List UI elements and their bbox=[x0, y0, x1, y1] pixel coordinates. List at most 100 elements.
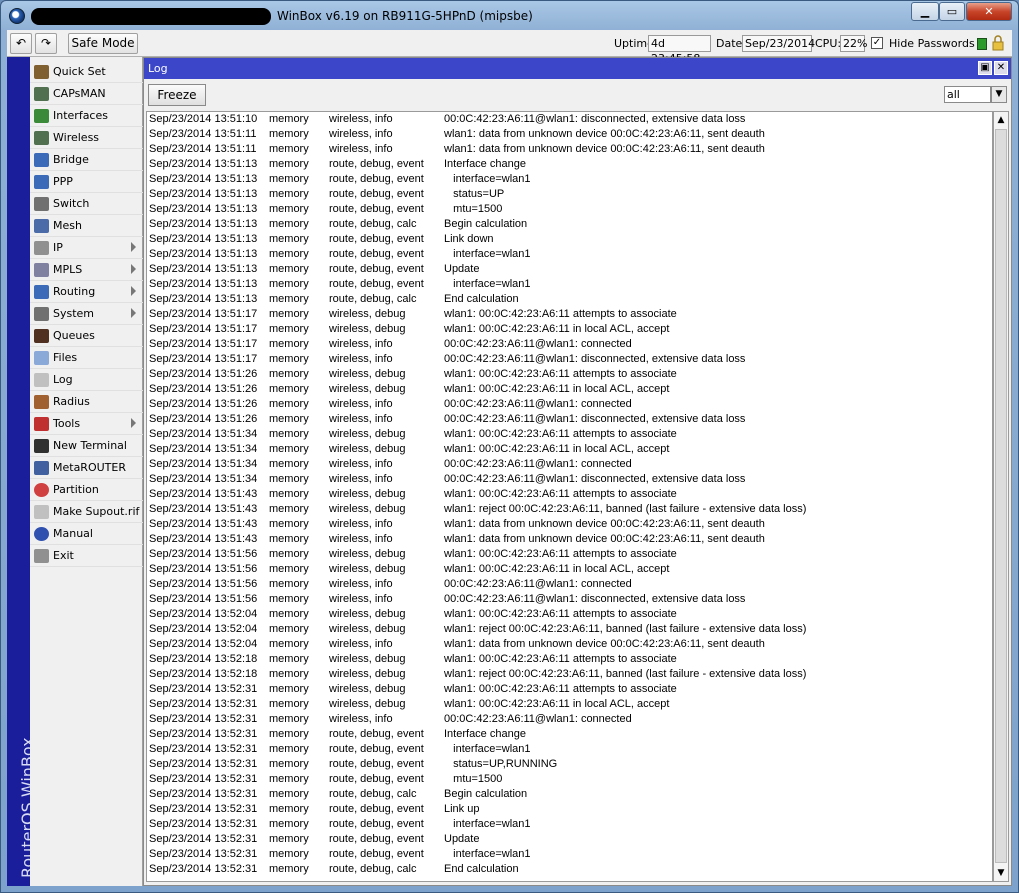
table-row[interactable]: Sep/23/2014 13:52:31 memory route, debug, … bbox=[147, 847, 992, 862]
table-row[interactable]: Sep/23/2014 13:51:34 memory wireless, info… bbox=[147, 457, 992, 472]
sidebar-item-ppp[interactable]: PPP bbox=[30, 171, 143, 193]
log-time: Sep/23/2014 13:51:13 bbox=[149, 248, 258, 260]
sidebar-item-capsman[interactable]: CAPsMAN bbox=[30, 83, 143, 105]
sidebar-item-make-supout-rif[interactable]: Make Supout.rif bbox=[30, 501, 143, 523]
scroll-up-icon[interactable]: ▲ bbox=[994, 112, 1008, 128]
table-row[interactable]: Sep/23/2014 13:51:13 memory route, debug, … bbox=[147, 202, 992, 217]
table-row[interactable]: Sep/23/2014 13:52:31 memory route, debug, … bbox=[147, 787, 992, 802]
sidebar-item-metarouter[interactable]: MetaROUTER bbox=[30, 457, 143, 479]
scroll-down-icon[interactable]: ▼ bbox=[994, 865, 1008, 881]
table-row[interactable]: Sep/23/2014 13:52:18 memory wireless, debu… bbox=[147, 652, 992, 667]
close-window-button[interactable]: ✕ bbox=[966, 2, 1012, 21]
table-row[interactable]: Sep/23/2014 13:51:26 memory wireless, debu… bbox=[147, 382, 992, 397]
table-row[interactable]: Sep/23/2014 13:52:31 memory route, debug, … bbox=[147, 742, 992, 757]
table-row[interactable]: Sep/23/2014 13:52:31 memory route, debug, … bbox=[147, 772, 992, 787]
table-row[interactable]: Sep/23/2014 13:52:31 memory wireless, info… bbox=[147, 712, 992, 727]
table-row[interactable]: Sep/23/2014 13:52:04 memory wireless, debu… bbox=[147, 607, 992, 622]
table-row[interactable]: Sep/23/2014 13:51:13 memory route, debug, … bbox=[147, 232, 992, 247]
sidebar-item-tools[interactable]: Tools bbox=[30, 413, 143, 435]
sidebar-item-switch[interactable]: Switch bbox=[30, 193, 143, 215]
sidebar-item-new-terminal[interactable]: New Terminal bbox=[30, 435, 143, 457]
sidebar-item-interfaces[interactable]: Interfaces bbox=[30, 105, 143, 127]
sidebar-item-wireless[interactable]: Wireless bbox=[30, 127, 143, 149]
close-log-icon[interactable]: ✕ bbox=[994, 61, 1008, 75]
table-row[interactable]: Sep/23/2014 13:52:31 memory route, debug, … bbox=[147, 802, 992, 817]
table-row[interactable]: Sep/23/2014 13:51:11 memory wireless, info… bbox=[147, 127, 992, 142]
table-row[interactable]: Sep/23/2014 13:51:43 memory wireless, debu… bbox=[147, 487, 992, 502]
log-topics: wireless, info bbox=[329, 398, 393, 410]
table-row[interactable]: Sep/23/2014 13:51:34 memory wireless, debu… bbox=[147, 427, 992, 442]
table-row[interactable]: Sep/23/2014 13:52:04 memory wireless, debu… bbox=[147, 622, 992, 637]
table-row[interactable]: Sep/23/2014 13:51:43 memory wireless, debu… bbox=[147, 502, 992, 517]
table-row[interactable]: Sep/23/2014 13:52:31 memory route, debug, … bbox=[147, 817, 992, 832]
table-row[interactable]: Sep/23/2014 13:51:17 memory wireless, debu… bbox=[147, 307, 992, 322]
table-row[interactable]: Sep/23/2014 13:51:17 memory wireless, info… bbox=[147, 337, 992, 352]
table-row[interactable]: Sep/23/2014 13:51:13 memory route, debug, … bbox=[147, 292, 992, 307]
date-value: Sep/23/2014 bbox=[742, 35, 815, 52]
table-row[interactable]: Sep/23/2014 13:51:17 memory wireless, debu… bbox=[147, 322, 992, 337]
log-title-bar[interactable]: Log ▣ ✕ bbox=[144, 58, 1011, 79]
minimize-button[interactable]: ▁ bbox=[911, 2, 939, 21]
maximize-button[interactable]: ▭ bbox=[939, 2, 965, 21]
table-row[interactable]: Sep/23/2014 13:51:56 memory wireless, info… bbox=[147, 592, 992, 607]
table-row[interactable]: Sep/23/2014 13:51:43 memory wireless, info… bbox=[147, 532, 992, 547]
table-row[interactable]: Sep/23/2014 13:52:31 memory wireless, debu… bbox=[147, 682, 992, 697]
table-row[interactable]: Sep/23/2014 13:52:31 memory route, debug, … bbox=[147, 727, 992, 742]
sidebar-item-bridge[interactable]: Bridge bbox=[30, 149, 143, 171]
sidebar-item-queues[interactable]: Queues bbox=[30, 325, 143, 347]
sidebar-item-radius[interactable]: Radius bbox=[30, 391, 143, 413]
table-row[interactable]: Sep/23/2014 13:51:13 memory route, debug, … bbox=[147, 262, 992, 277]
table-row[interactable]: Sep/23/2014 13:51:26 memory wireless, info… bbox=[147, 397, 992, 412]
sidebar-item-label: Exit bbox=[53, 549, 74, 562]
vertical-scrollbar[interactable]: ▲ ▼ bbox=[993, 111, 1009, 882]
sidebar-item-system[interactable]: System bbox=[30, 303, 143, 325]
table-row[interactable]: Sep/23/2014 13:51:26 memory wireless, info… bbox=[147, 412, 992, 427]
sidebar-item-mesh[interactable]: Mesh bbox=[30, 215, 143, 237]
sidebar-item-manual[interactable]: Manual bbox=[30, 523, 143, 545]
table-row[interactable]: Sep/23/2014 13:52:31 memory wireless, debu… bbox=[147, 697, 992, 712]
sidebar-item-mpls[interactable]: MPLS bbox=[30, 259, 143, 281]
scroll-thumb[interactable] bbox=[995, 129, 1007, 863]
table-row[interactable]: Sep/23/2014 13:52:04 memory wireless, info… bbox=[147, 637, 992, 652]
table-row[interactable]: Sep/23/2014 13:51:13 memory route, debug, … bbox=[147, 187, 992, 202]
table-row[interactable]: Sep/23/2014 13:51:34 memory wireless, debu… bbox=[147, 442, 992, 457]
table-row[interactable]: Sep/23/2014 13:51:13 memory route, debug, … bbox=[147, 172, 992, 187]
table-row[interactable]: Sep/23/2014 13:52:31 memory route, debug, … bbox=[147, 757, 992, 772]
table-row[interactable]: Sep/23/2014 13:51:13 memory route, debug, … bbox=[147, 217, 992, 232]
freeze-button[interactable]: Freeze bbox=[148, 84, 206, 106]
winbox-app-icon[interactable] bbox=[9, 8, 25, 24]
table-row[interactable]: Sep/23/2014 13:51:11 memory wireless, info… bbox=[147, 142, 992, 157]
table-row[interactable]: Sep/23/2014 13:51:13 memory route, debug, … bbox=[147, 277, 992, 292]
table-row[interactable]: Sep/23/2014 13:51:13 memory route, debug, … bbox=[147, 157, 992, 172]
title-bar[interactable]: WinBox v6.19 on RB911G-5HPnD (mipsbe) ▁ … bbox=[1, 1, 1018, 31]
safe-mode-button[interactable]: Safe Mode bbox=[68, 33, 138, 54]
sidebar-item-partition[interactable]: Partition bbox=[30, 479, 143, 501]
sidebar-item-routing[interactable]: Routing bbox=[30, 281, 143, 303]
sidebar-item-ip[interactable]: IP bbox=[30, 237, 143, 259]
table-row[interactable]: Sep/23/2014 13:51:34 memory wireless, info… bbox=[147, 472, 992, 487]
undo-button[interactable]: ↶ bbox=[10, 33, 32, 54]
log-filter-select[interactable]: all bbox=[944, 86, 991, 103]
table-row[interactable]: Sep/23/2014 13:51:10 memory wireless, info… bbox=[147, 112, 992, 127]
log-buffer: memory bbox=[269, 473, 309, 485]
sidebar-item-log[interactable]: Log bbox=[30, 369, 143, 391]
table-row[interactable]: Sep/23/2014 13:51:26 memory wireless, debu… bbox=[147, 367, 992, 382]
sidebar-item-exit[interactable]: Exit bbox=[30, 545, 143, 567]
table-row[interactable]: Sep/23/2014 13:52:18 memory wireless, debu… bbox=[147, 667, 992, 682]
hide-passwords-checkbox[interactable]: ✓ bbox=[871, 37, 883, 49]
chevron-down-icon[interactable]: ▼ bbox=[991, 86, 1007, 103]
log-buffer: memory bbox=[269, 533, 309, 545]
table-row[interactable]: Sep/23/2014 13:52:31 memory route, debug, … bbox=[147, 832, 992, 847]
log-time: Sep/23/2014 13:51:13 bbox=[149, 263, 258, 275]
table-row[interactable]: Sep/23/2014 13:51:13 memory route, debug, … bbox=[147, 247, 992, 262]
table-row[interactable]: Sep/23/2014 13:52:31 memory route, debug, … bbox=[147, 862, 992, 877]
table-row[interactable]: Sep/23/2014 13:51:56 memory wireless, info… bbox=[147, 577, 992, 592]
table-row[interactable]: Sep/23/2014 13:51:56 memory wireless, debu… bbox=[147, 547, 992, 562]
sidebar-item-files[interactable]: Files bbox=[30, 347, 143, 369]
redo-button[interactable]: ↷ bbox=[35, 33, 57, 54]
table-row[interactable]: Sep/23/2014 13:51:56 memory wireless, debu… bbox=[147, 562, 992, 577]
table-row[interactable]: Sep/23/2014 13:51:17 memory wireless, info… bbox=[147, 352, 992, 367]
table-row[interactable]: Sep/23/2014 13:51:43 memory wireless, info… bbox=[147, 517, 992, 532]
sidebar-item-quick-set[interactable]: Quick Set bbox=[30, 61, 143, 83]
restore-window-icon[interactable]: ▣ bbox=[978, 61, 992, 75]
